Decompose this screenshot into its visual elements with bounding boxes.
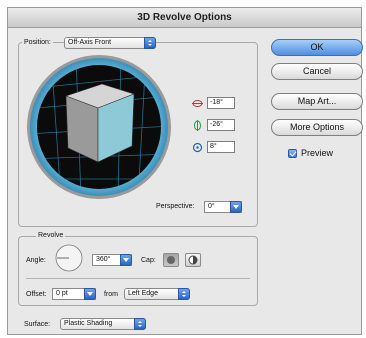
offset-field[interactable]: 0 pt <box>52 288 96 300</box>
surface-popup[interactable]: Plastic Shading <box>60 318 146 330</box>
cap-off-button[interactable] <box>185 253 201 267</box>
cap-label: Cap: <box>141 257 156 264</box>
cancel-button[interactable]: Cancel <box>271 63 363 80</box>
position-popup-value: Off-Axis Front <box>68 39 112 46</box>
angle-value: 360° <box>96 256 111 263</box>
perspective-label: Perspective: <box>156 203 195 210</box>
cap-on-icon <box>167 256 175 264</box>
y-rotation-icon <box>194 120 201 131</box>
angle-label: Angle: <box>26 257 46 264</box>
position-label: Position: <box>22 39 53 46</box>
x-rotation-icon <box>192 100 203 107</box>
map-art-button[interactable]: Map Art... <box>271 93 363 110</box>
from-label: from <box>104 291 118 298</box>
perspective-dropdown-icon[interactable] <box>230 201 242 213</box>
from-edge-value: Left Edge <box>128 290 158 297</box>
ok-button[interactable]: OK <box>271 39 363 56</box>
surface-value: Plastic Shading <box>64 320 113 327</box>
perspective-field[interactable]: 0° <box>204 201 242 213</box>
offset-value: 0 pt <box>56 290 68 297</box>
position-popup[interactable]: Off-Axis Front <box>64 37 156 49</box>
cap-off-icon <box>188 255 198 265</box>
popup-arrows-icon <box>178 288 190 300</box>
y-rotation-field[interactable]: -26° <box>207 119 235 131</box>
x-rotation-field[interactable]: -18° <box>207 97 235 109</box>
3d-revolve-options-dialog: 3D Revolve Options Position: Off-Axis Fr… <box>7 7 363 335</box>
surface-label: Surface: <box>24 321 51 328</box>
revolve-divider <box>26 278 250 279</box>
cap-on-button[interactable] <box>163 253 179 267</box>
angle-dial[interactable] <box>54 243 84 273</box>
from-edge-popup[interactable]: Left Edge <box>124 288 190 300</box>
popup-arrows-icon <box>144 37 156 49</box>
angle-dropdown-icon[interactable] <box>120 254 132 266</box>
preview-label[interactable]: Preview <box>301 148 333 158</box>
revolve-group-label: Revolve <box>36 232 66 239</box>
offset-dropdown-icon[interactable] <box>84 288 96 300</box>
popup-arrows-icon <box>134 318 146 330</box>
z-rotation-icon <box>192 142 203 153</box>
offset-label: Offset: <box>26 291 47 298</box>
dialog-title: 3D Revolve Options <box>8 8 361 28</box>
angle-field[interactable]: 360° <box>92 254 132 266</box>
preview-checkbox[interactable] <box>288 149 297 158</box>
more-options-button[interactable]: More Options <box>271 119 363 136</box>
track-cube[interactable] <box>26 54 172 200</box>
z-rotation-field[interactable]: 8° <box>207 141 235 153</box>
perspective-value: 0° <box>208 203 215 210</box>
